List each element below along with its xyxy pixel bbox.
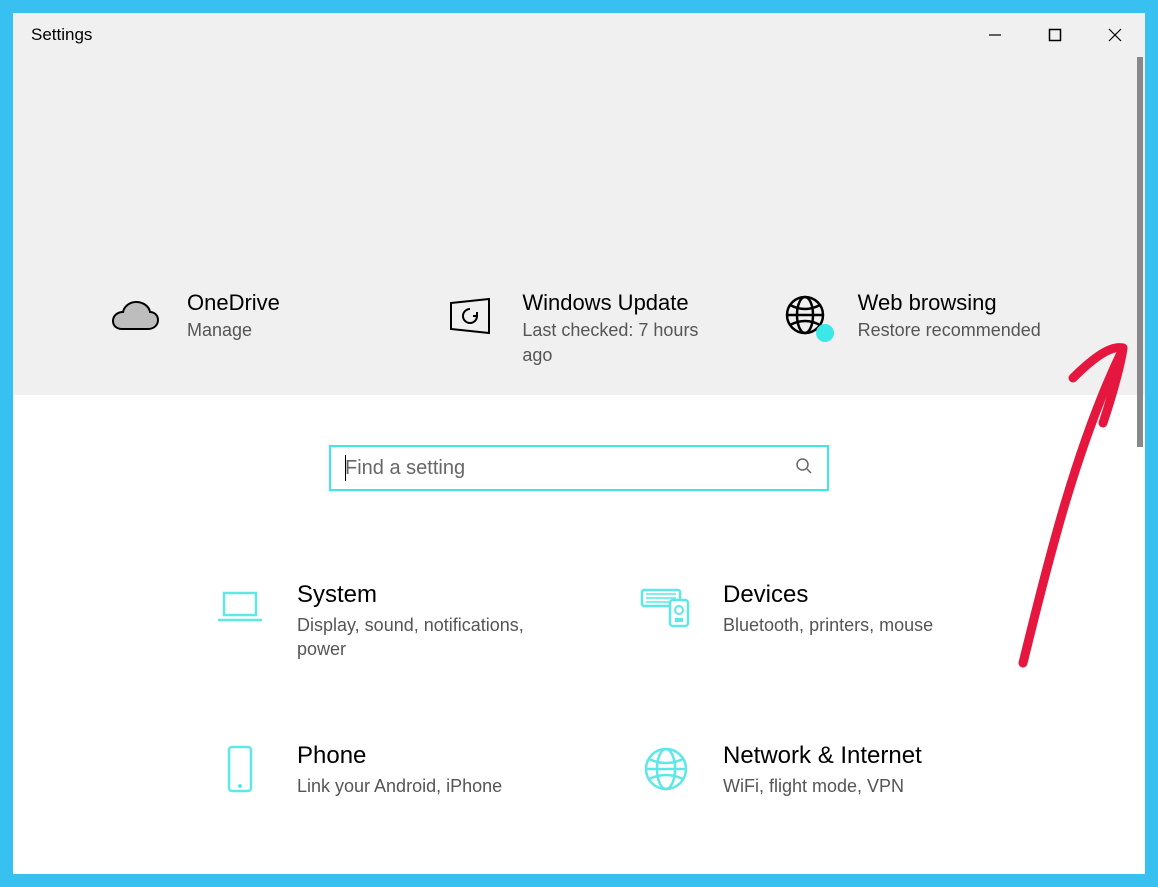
close-button[interactable] (1085, 13, 1145, 57)
search-icon (795, 457, 813, 480)
category-network[interactable]: Network & Internet WiFi, flight mode, VP… (639, 742, 1025, 798)
category-grid: System Display, sound, notifications, po… (213, 581, 1025, 798)
status-onedrive-text: OneDrive Manage (187, 290, 280, 343)
category-subtitle: WiFi, flight mode, VPN (723, 774, 922, 798)
category-phone[interactable]: Phone Link your Android, iPhone (213, 742, 599, 798)
titlebar: Settings (13, 13, 1145, 57)
category-subtitle: Bluetooth, printers, mouse (723, 613, 933, 637)
status-windows-update[interactable]: Windows Update Last checked: 7 hours ago (444, 290, 749, 367)
content-area: System Display, sound, notifications, po… (13, 395, 1145, 874)
status-update-text: Windows Update Last checked: 7 hours ago (522, 290, 702, 367)
category-subtitle: Display, sound, notifications, power (297, 613, 537, 662)
category-title: Devices (723, 581, 933, 609)
status-title: Windows Update (522, 290, 702, 316)
devices-icon (639, 581, 693, 635)
status-subtitle: Last checked: 7 hours ago (522, 318, 702, 367)
laptop-icon (213, 581, 267, 635)
cloud-icon (109, 290, 161, 342)
settings-window: Settings OneDrive (13, 13, 1145, 874)
category-devices[interactable]: Devices Bluetooth, printers, mouse (639, 581, 1025, 662)
category-subtitle: Link your Android, iPhone (297, 774, 502, 798)
text-caret (345, 455, 346, 481)
category-text: Phone Link your Android, iPhone (297, 742, 502, 798)
status-row: OneDrive Manage Windows Update Last chec… (109, 290, 1085, 367)
category-system[interactable]: System Display, sound, notifications, po… (213, 581, 599, 662)
category-title: Network & Internet (723, 742, 922, 770)
maximize-button[interactable] (1025, 13, 1085, 57)
status-title: Web browsing (858, 290, 1041, 316)
category-text: System Display, sound, notifications, po… (297, 581, 537, 662)
update-icon (444, 290, 496, 342)
category-text: Network & Internet WiFi, flight mode, VP… (723, 742, 922, 798)
phone-icon (213, 742, 267, 796)
search-input[interactable] (345, 457, 795, 480)
scrollbar-thumb[interactable] (1137, 57, 1143, 447)
status-onedrive[interactable]: OneDrive Manage (109, 290, 414, 367)
header-area: OneDrive Manage Windows Update Last chec… (13, 57, 1145, 395)
minimize-button[interactable] (965, 13, 1025, 57)
status-subtitle: Manage (187, 318, 280, 342)
close-icon (1108, 28, 1122, 42)
status-browsing-text: Web browsing Restore recommended (858, 290, 1041, 343)
category-title: System (297, 581, 537, 609)
status-web-browsing[interactable]: Web browsing Restore recommended (780, 290, 1085, 367)
status-badge-dot (816, 324, 834, 342)
search-wrap (13, 395, 1145, 491)
status-subtitle: Restore recommended (858, 318, 1041, 342)
category-text: Devices Bluetooth, printers, mouse (723, 581, 933, 637)
globe-icon (639, 742, 693, 796)
window-title: Settings (31, 25, 92, 45)
search-box[interactable] (329, 445, 829, 491)
status-title: OneDrive (187, 290, 280, 316)
category-title: Phone (297, 742, 502, 770)
maximize-icon (1048, 28, 1062, 42)
globe-icon (780, 290, 832, 342)
window-controls (965, 13, 1145, 57)
minimize-icon (988, 28, 1002, 42)
